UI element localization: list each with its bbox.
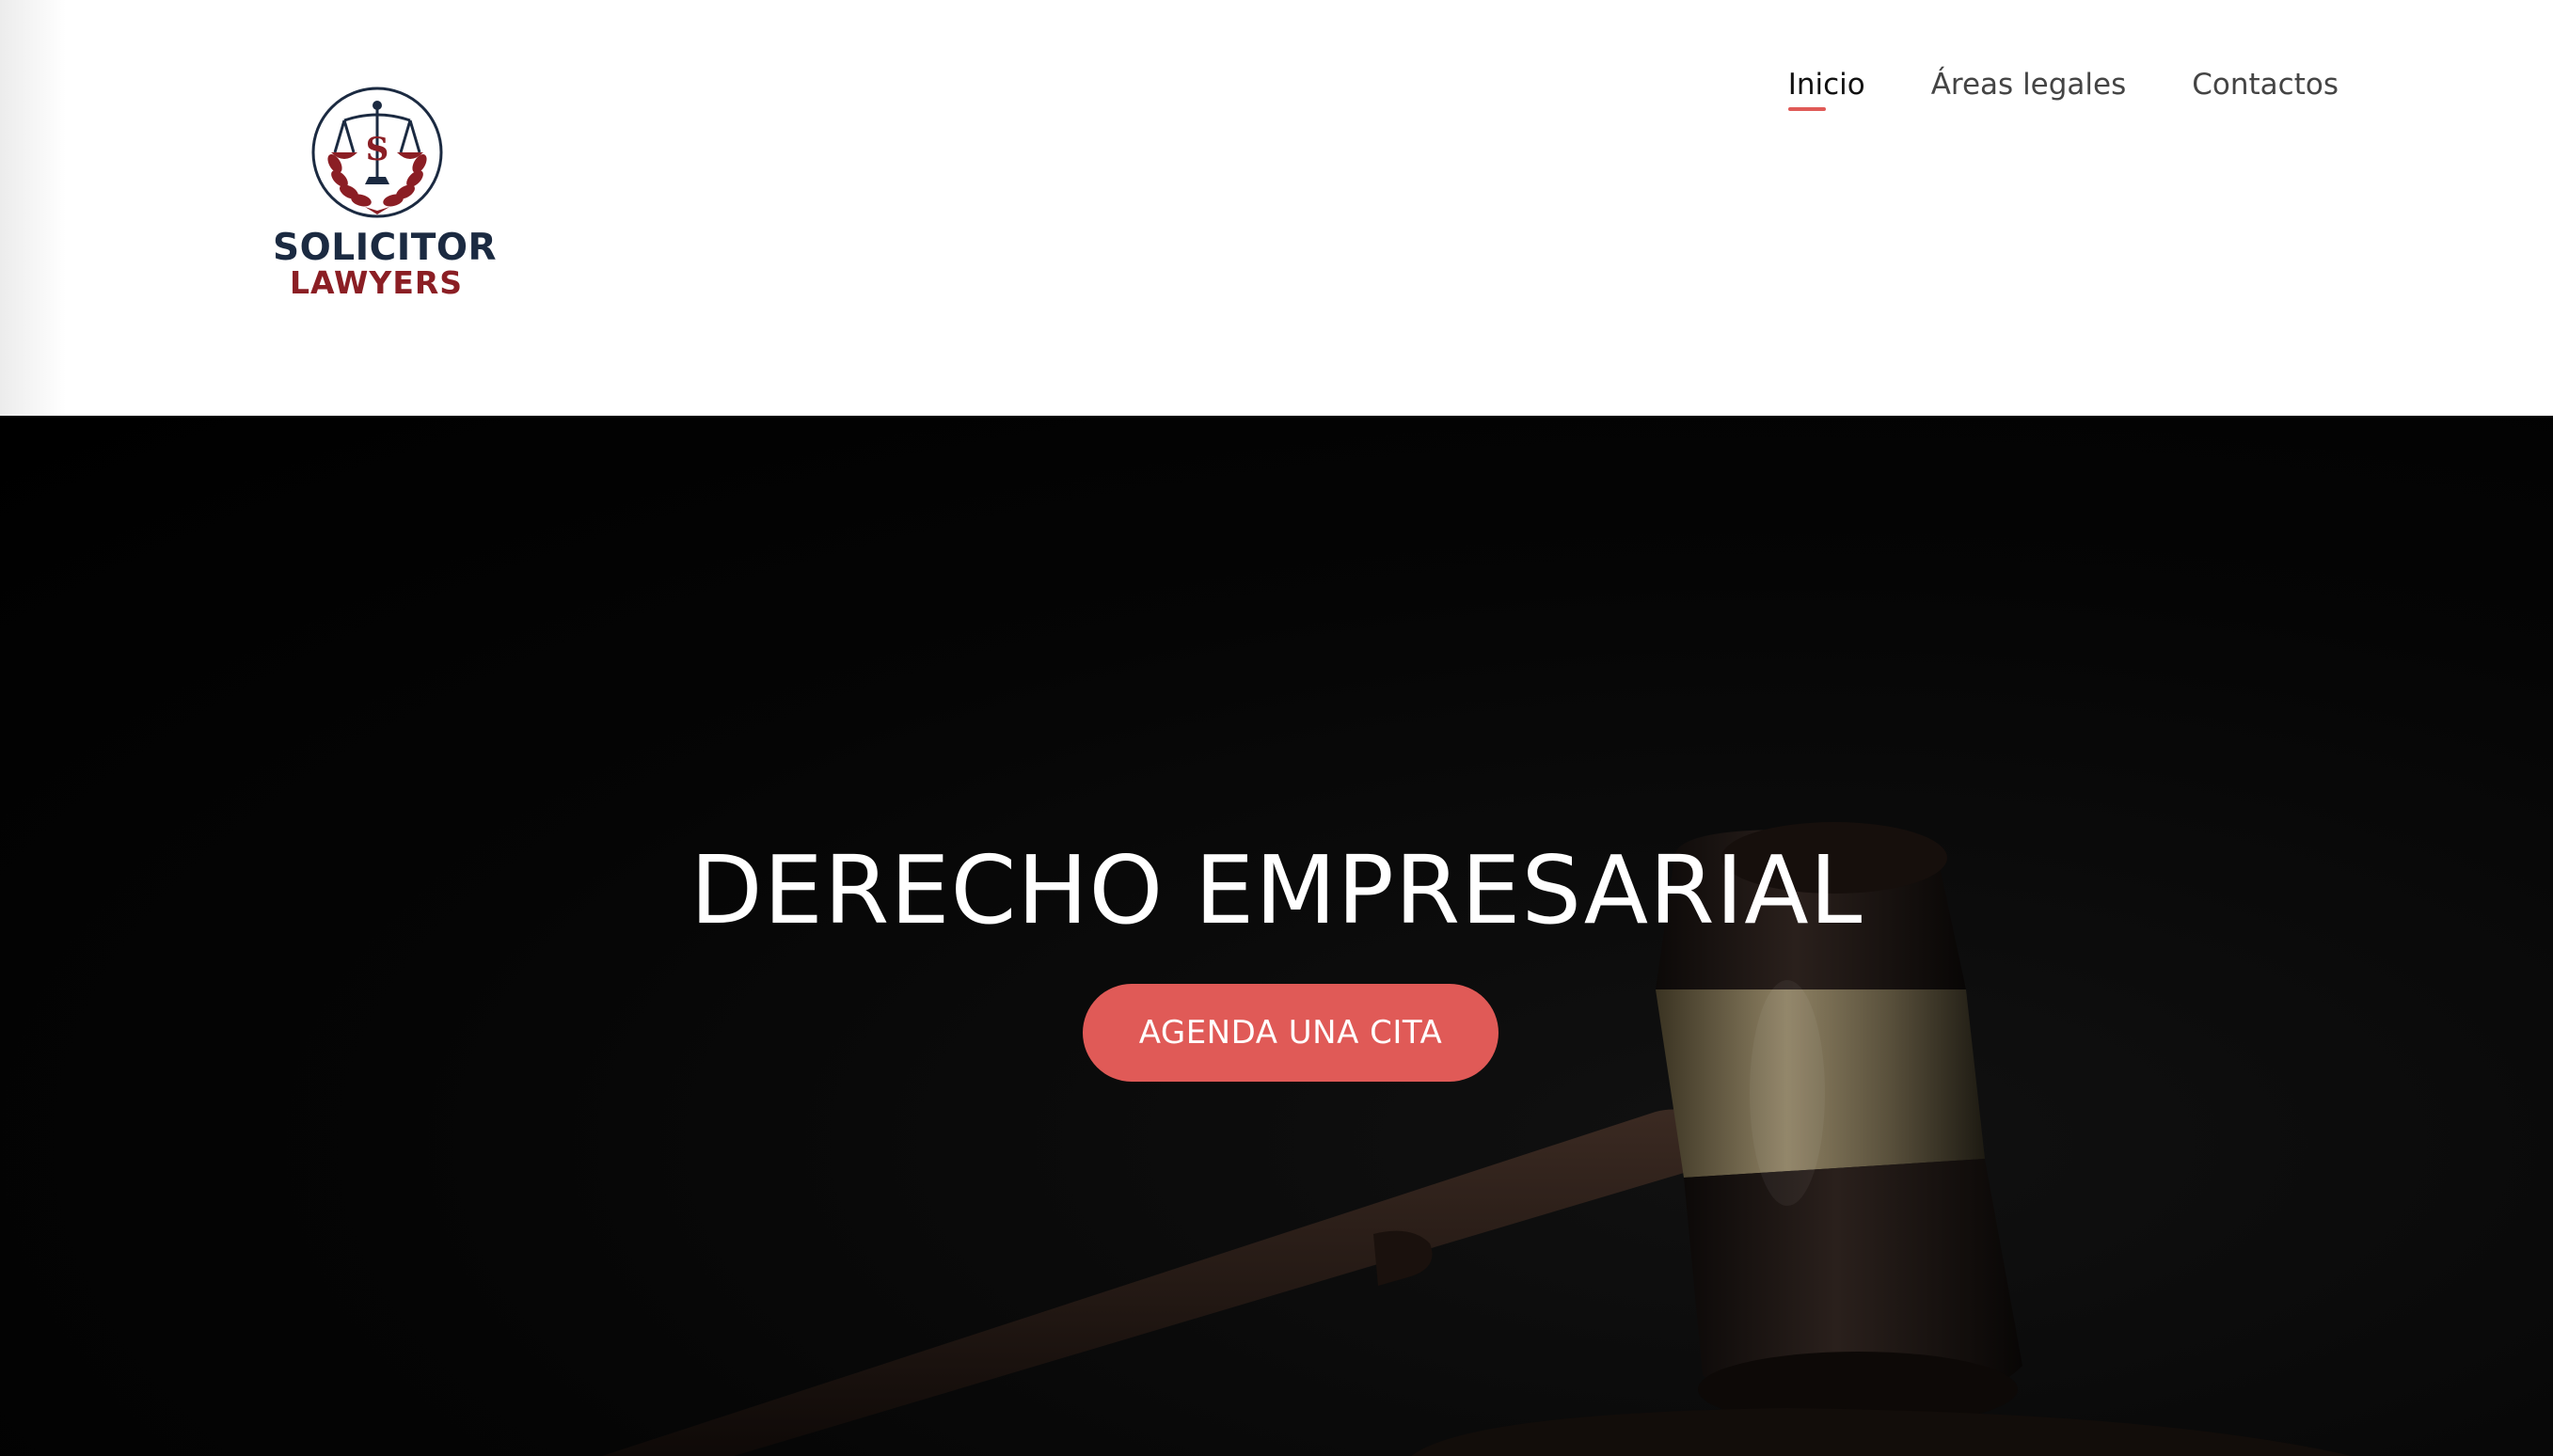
- nav-item-inicio[interactable]: Inicio: [1787, 62, 1865, 111]
- hero-banner: DERECHO EMPRESARIAL AGENDA UNA CITA: [0, 416, 2553, 1456]
- scales-of-justice-icon: S: [311, 87, 443, 218]
- nav-item-contactos[interactable]: Contactos: [2192, 62, 2339, 107]
- main-nav: Inicio Áreas legales Contactos: [1787, 62, 2339, 111]
- logo-wordmark-solicitor: SOLICITOR: [273, 227, 498, 269]
- site-logo[interactable]: S SOLICITOR LAWYERS: [273, 87, 498, 312]
- hero-title: DERECHO EMPRESARIAL: [690, 835, 1863, 945]
- logo-wordmark-lawyers: LAWYERS: [289, 264, 464, 301]
- header-edge-shade: [0, 0, 66, 416]
- site-header: S SOLICITOR LAWYERS Inicio Áreas legales…: [0, 0, 2553, 416]
- nav-item-areas-legales[interactable]: Áreas legales: [1931, 62, 2127, 107]
- svg-text:S: S: [366, 131, 389, 168]
- book-appointment-button[interactable]: AGENDA UNA CITA: [1083, 984, 1498, 1082]
